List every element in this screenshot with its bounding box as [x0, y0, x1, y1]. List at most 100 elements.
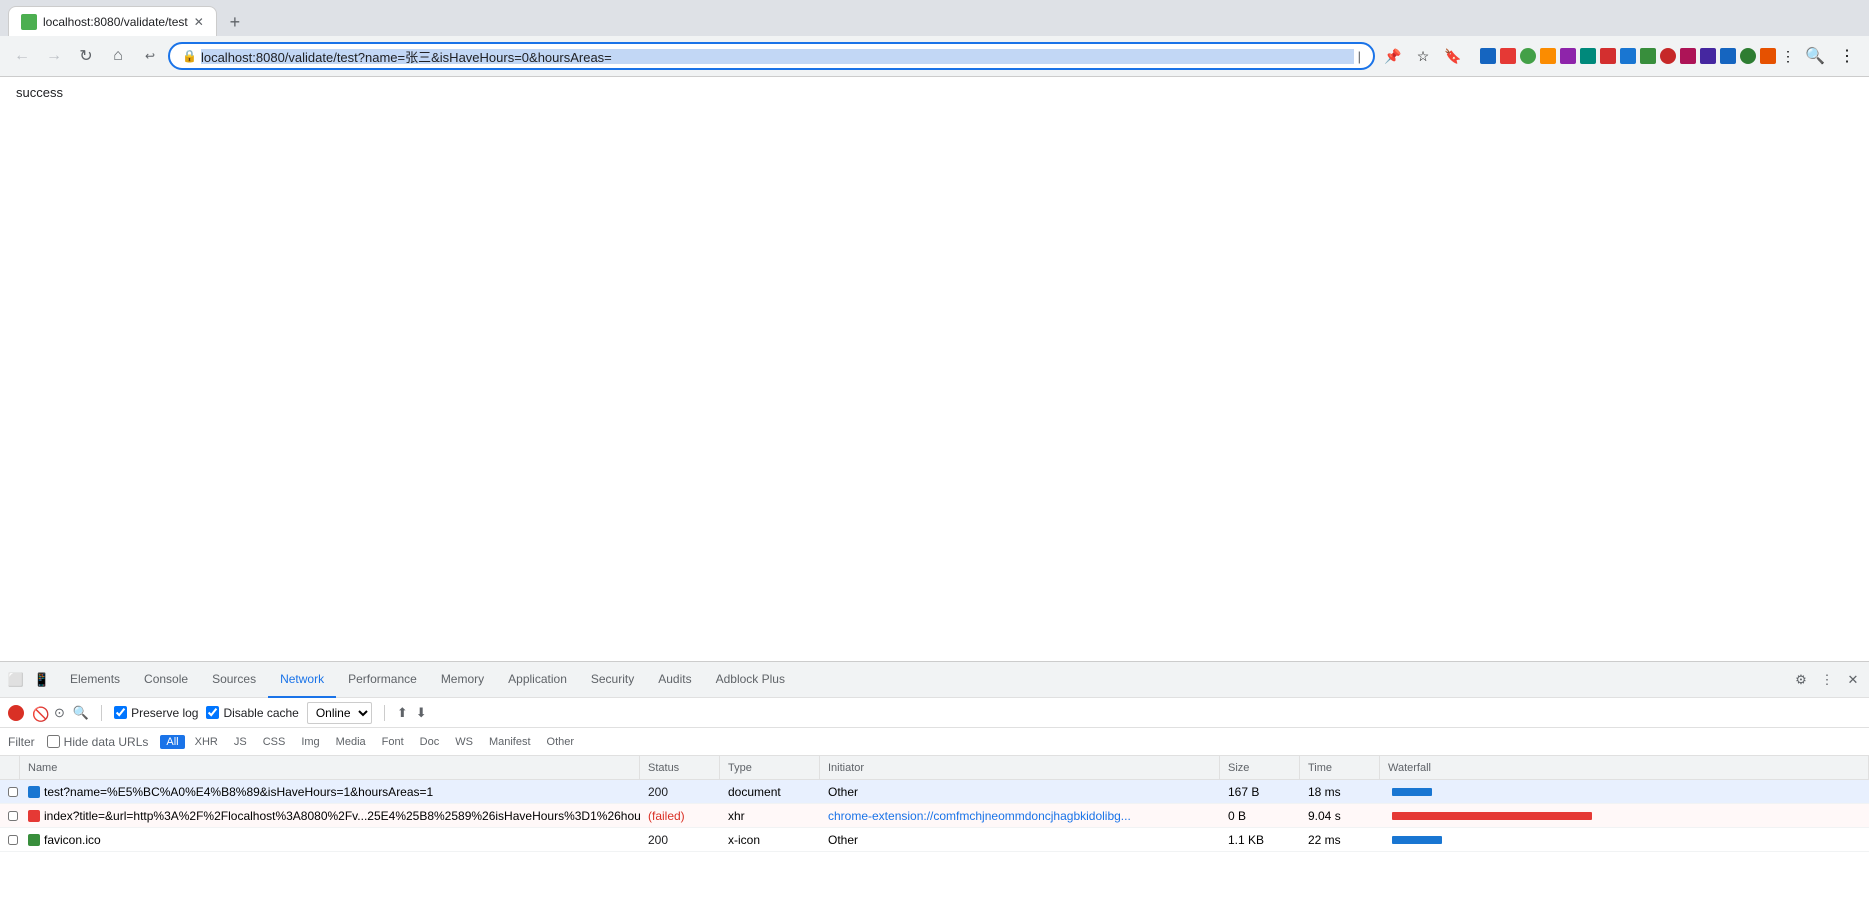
col-header-time[interactable]: Time — [1300, 756, 1380, 779]
row3-checkbox[interactable] — [0, 828, 20, 851]
hide-data-urls-label[interactable]: Hide data URLs — [47, 735, 149, 749]
tab-console[interactable]: Console — [132, 662, 200, 698]
tab-performance[interactable]: Performance — [336, 662, 429, 698]
filter-type-other[interactable]: Other — [541, 735, 581, 749]
ext-icon-10[interactable] — [1660, 48, 1676, 64]
filter-type-xhr[interactable]: XHR — [189, 735, 224, 749]
col-header-initiator[interactable]: Initiator — [820, 756, 1220, 779]
preserve-log-checkbox[interactable] — [114, 706, 127, 719]
tab-application[interactable]: Application — [496, 662, 579, 698]
devtools-more-icon[interactable]: ⋮ — [1815, 668, 1839, 692]
tab-audits[interactable]: Audits — [646, 662, 703, 698]
row1-name[interactable]: test?name=%E5%BC%A0%E4%B8%89&isHaveHours… — [20, 780, 640, 803]
more-tools-icon[interactable]: ⋮ — [1781, 48, 1795, 65]
home-button[interactable]: ⌂ — [104, 42, 132, 70]
menu-icon[interactable]: ⋮ — [1833, 42, 1861, 70]
devtools-inspect-icon[interactable]: ⬜ — [4, 668, 28, 692]
preserve-log-label[interactable]: Preserve log — [114, 706, 198, 720]
filter-icon[interactable]: ⊙ — [54, 705, 65, 721]
tab-security[interactable]: Security — [579, 662, 646, 698]
network-rows: test?name=%E5%BC%A0%E4%B8%89&isHaveHours… — [0, 780, 1869, 901]
devtools-device-icon[interactable]: 📱 — [30, 668, 54, 692]
search-icon[interactable]: 🔍 — [1801, 42, 1829, 70]
ext-icon-8[interactable] — [1620, 48, 1636, 64]
ext-icon-7[interactable] — [1600, 48, 1616, 64]
filter-type-js[interactable]: JS — [228, 735, 253, 749]
row3-initiator: Other — [820, 828, 1220, 851]
tab-memory[interactable]: Memory — [429, 662, 496, 698]
devtools-close-icon[interactable]: ✕ — [1841, 668, 1865, 692]
ext-icon-15[interactable] — [1760, 48, 1776, 64]
bookmark-star-icon[interactable]: ☆ — [1409, 42, 1437, 70]
row1-status: 200 — [640, 780, 720, 803]
devtools-settings-icon[interactable]: ⚙ — [1789, 668, 1813, 692]
table-row[interactable]: test?name=%E5%BC%A0%E4%B8%89&isHaveHours… — [0, 780, 1869, 804]
back-button2[interactable]: ↩ — [136, 42, 164, 70]
filter-type-all[interactable]: All — [160, 735, 184, 749]
hide-data-urls-checkbox[interactable] — [47, 735, 60, 748]
ext-icon-3[interactable] — [1520, 48, 1536, 64]
tab-network[interactable]: Network — [268, 662, 336, 698]
url-input[interactable] — [201, 49, 1354, 64]
tab-adblockplus[interactable]: Adblock Plus — [704, 662, 797, 698]
row2-name[interactable]: index?title=&url=http%3A%2F%2Flocalhost%… — [20, 804, 640, 827]
row3-size: 1.1 KB — [1220, 828, 1300, 851]
bookmark-pin-icon[interactable]: 📌 — [1379, 42, 1407, 70]
export-icon[interactable]: ⬇ — [416, 705, 427, 721]
ext-icon-2[interactable] — [1500, 48, 1516, 64]
import-icon[interactable]: ⬆ — [397, 705, 408, 721]
bookmark-icon[interactable]: 🔖 — [1439, 42, 1467, 70]
search-network-icon[interactable]: 🔍 — [73, 705, 89, 721]
row3-name[interactable]: favicon.ico — [20, 828, 640, 851]
refresh-button[interactable]: ↻ — [72, 42, 100, 70]
ext-icon-1[interactable] — [1480, 48, 1496, 64]
tab-title: localhost:8080/validate/test — [43, 15, 188, 29]
disable-cache-checkbox[interactable] — [206, 706, 219, 719]
record-button[interactable] — [8, 705, 24, 721]
filter-type-img[interactable]: Img — [295, 735, 325, 749]
separator-1 — [101, 705, 102, 721]
row2-checkbox[interactable] — [0, 804, 20, 827]
table-row[interactable]: index?title=&url=http%3A%2F%2Flocalhost%… — [0, 804, 1869, 828]
row2-time: 9.04 s — [1300, 804, 1380, 827]
table-row[interactable]: favicon.ico 200 x-icon Other 1.1 KB 22 m… — [0, 828, 1869, 852]
row2-status: (failed) — [640, 804, 720, 827]
network-toolbar: 🚫 ⊙ 🔍 Preserve log Disable cache Online … — [0, 698, 1869, 728]
row1-checkbox[interactable] — [0, 780, 20, 803]
filter-type-css[interactable]: CSS — [257, 735, 292, 749]
row2-initiator[interactable]: chrome-extension://comfmchjneommdoncjhag… — [820, 804, 1220, 827]
ext-icon-5[interactable] — [1560, 48, 1576, 64]
ext-icon-12[interactable] — [1700, 48, 1716, 64]
ext-icon-9[interactable] — [1640, 48, 1656, 64]
ext-icon-11[interactable] — [1680, 48, 1696, 64]
tab-elements[interactable]: Elements — [58, 662, 132, 698]
forward-button[interactable]: → — [40, 42, 68, 70]
filter-type-font[interactable]: Font — [376, 735, 410, 749]
row2-size: 0 B — [1220, 804, 1300, 827]
col-header-status[interactable]: Status — [640, 756, 720, 779]
new-tab-button[interactable]: + — [221, 8, 249, 36]
tab-sources[interactable]: Sources — [200, 662, 268, 698]
ext-icon-14[interactable] — [1740, 48, 1756, 64]
filter-type-manifest[interactable]: Manifest — [483, 735, 537, 749]
row3-file-icon — [28, 834, 40, 846]
col-header-size[interactable]: Size — [1220, 756, 1300, 779]
filter-type-doc[interactable]: Doc — [414, 735, 446, 749]
throttle-select[interactable]: Online — [307, 702, 372, 724]
filter-type-media[interactable]: Media — [330, 735, 372, 749]
ext-icon-4[interactable] — [1540, 48, 1556, 64]
ext-icon-13[interactable] — [1720, 48, 1736, 64]
col-header-name[interactable]: Name — [20, 756, 640, 779]
tab-close-icon[interactable]: ✕ — [194, 15, 204, 29]
col-header-waterfall[interactable]: Waterfall — [1380, 756, 1869, 779]
col-header-type[interactable]: Type — [720, 756, 820, 779]
active-tab[interactable]: localhost:8080/validate/test ✕ — [8, 6, 217, 36]
ext-icon-6[interactable] — [1580, 48, 1596, 64]
url-cursor: | — [1358, 49, 1361, 64]
address-bar[interactable]: 🔒 | — [168, 42, 1375, 70]
filter-type-ws[interactable]: WS — [449, 735, 479, 749]
disable-cache-label[interactable]: Disable cache — [206, 706, 298, 720]
extension-icons: ⋮ — [1479, 48, 1797, 65]
back-button[interactable]: ← — [8, 42, 36, 70]
clear-button[interactable]: 🚫 — [32, 706, 46, 720]
